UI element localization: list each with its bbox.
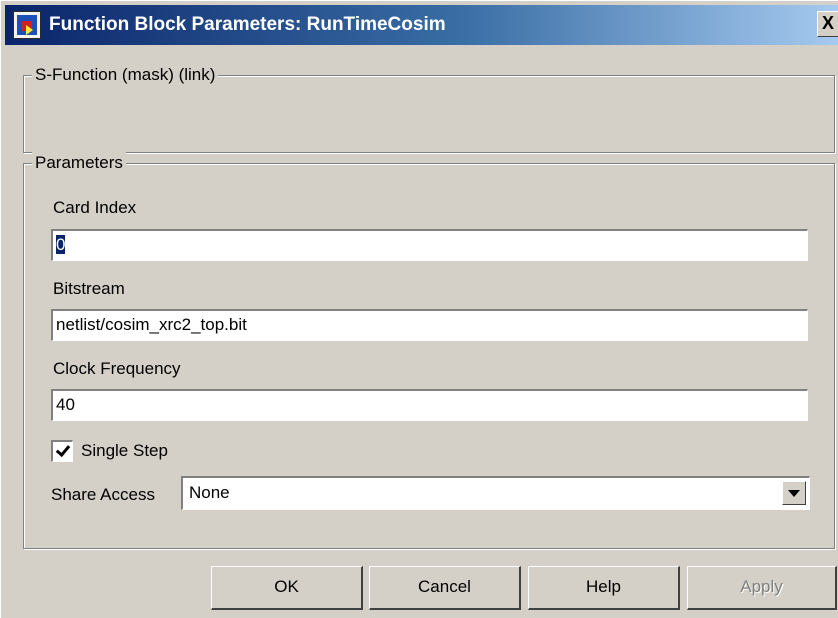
parameters-group-title: Parameters xyxy=(32,152,126,174)
share-access-label: Share Access xyxy=(51,485,155,504)
single-step-checkbox[interactable] xyxy=(51,440,73,462)
description-group-title: S-Function (mask) (link) xyxy=(32,64,219,86)
help-button[interactable]: Help xyxy=(528,566,680,610)
simulink-block-icon[interactable] xyxy=(13,11,41,39)
share-access-value: None xyxy=(189,483,230,502)
window-title: Function Block Parameters: RunTimeCosim xyxy=(49,14,446,35)
bitstream-label: Bitstream xyxy=(53,279,125,298)
dropdown-arrow-icon[interactable] xyxy=(782,481,806,505)
single-step-label[interactable]: Single Step xyxy=(81,440,168,462)
clock-frequency-label: Clock Frequency xyxy=(53,359,181,378)
share-access-select[interactable]: None xyxy=(181,476,810,510)
close-button[interactable]: X xyxy=(817,11,838,37)
card-index-label: Card Index xyxy=(53,198,137,217)
description-group: S-Function (mask) (link) xyxy=(23,64,835,153)
apply-button[interactable]: Apply xyxy=(687,566,837,610)
title-bar[interactable]: Function Block Parameters: RunTimeCosim … xyxy=(5,5,838,45)
ok-button[interactable]: OK xyxy=(211,566,363,610)
bitstream-input[interactable]: netlist/cosim_xrc2_top.bit xyxy=(51,309,808,341)
dialog-window: Function Block Parameters: RunTimeCosim … xyxy=(0,0,838,618)
clock-frequency-input[interactable]: 40 xyxy=(51,389,808,421)
card-index-input[interactable]: 0 xyxy=(51,229,808,261)
card-index-value: 0 xyxy=(56,235,66,254)
cancel-button[interactable]: Cancel xyxy=(369,566,521,610)
